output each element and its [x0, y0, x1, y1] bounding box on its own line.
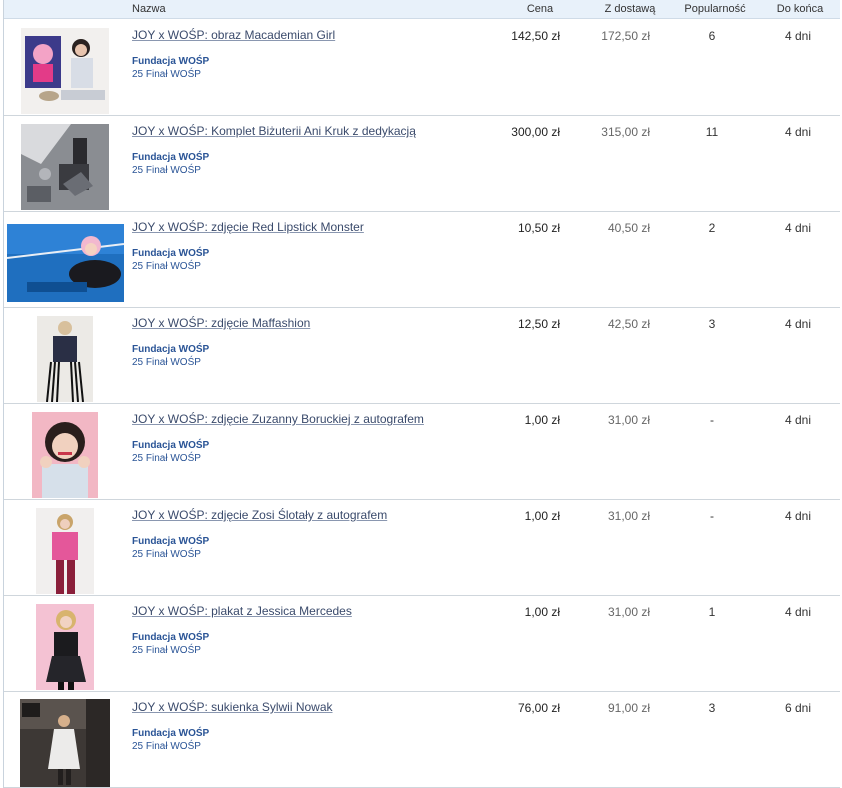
table-row: JOY x WOŚP: zdjęcie Zuzanny Boruckiej z …	[4, 404, 840, 500]
item-price: 300,00 zł	[511, 125, 560, 139]
item-thumbnail[interactable]	[7, 224, 124, 302]
item-thumbnail[interactable]	[37, 316, 93, 402]
table-row: JOY x WOŚP: obraz Macademian Girl Fundac…	[4, 20, 840, 116]
item-thumbnail[interactable]	[21, 28, 109, 114]
item-price: 10,50 zł	[517, 221, 560, 235]
item-price-with-shipping: 91,00 zł	[607, 701, 650, 715]
column-header-shipping[interactable]: Z dostawą	[600, 3, 660, 15]
item-time-left: 4 dni	[784, 413, 812, 427]
item-subtitle: 25 Finał WOŚP	[132, 741, 201, 752]
item-subtitle: 25 Finał WOŚP	[132, 261, 201, 272]
seller-link[interactable]: Fundacja WOŚP	[132, 632, 209, 643]
seller-link[interactable]: Fundacja WOŚP	[132, 56, 209, 67]
item-price: 12,50 zł	[517, 317, 560, 331]
item-title-link[interactable]: JOY x WOŚP: zdjęcie Zosi Ślotały z autog…	[132, 508, 387, 522]
item-title-link[interactable]: JOY x WOŚP: zdjęcie Red Lipstick Monster	[132, 220, 364, 234]
seller-link[interactable]: Fundacja WOŚP	[132, 152, 209, 163]
item-title-link[interactable]: JOY x WOŚP: zdjęcie Zuzanny Boruckiej z …	[132, 412, 424, 426]
column-header-popularity[interactable]: Popularność	[680, 3, 750, 15]
item-subtitle: 25 Finał WOŚP	[132, 645, 201, 656]
item-time-left: 4 dni	[784, 509, 812, 523]
table-row: JOY x WOŚP: sukienka Sylwii Nowak Fundac…	[4, 692, 840, 788]
item-time-left: 4 dni	[784, 125, 812, 139]
table-row: JOY x WOŚP: zdjęcie Zosi Ślotały z autog…	[4, 500, 840, 596]
table-row: JOY x WOŚP: Komplet Biżuterii Ani Kruk z…	[4, 116, 840, 212]
item-price-with-shipping: 315,00 zł	[601, 125, 650, 139]
item-thumbnail[interactable]	[36, 604, 94, 690]
item-price-with-shipping: 31,00 zł	[607, 605, 650, 619]
item-thumbnail[interactable]	[36, 508, 94, 594]
item-popularity: 6	[708, 29, 716, 43]
item-price-with-shipping: 40,50 zł	[607, 221, 650, 235]
item-price-with-shipping: 42,50 zł	[607, 317, 650, 331]
seller-link[interactable]: Fundacja WOŚP	[132, 248, 209, 259]
item-subtitle: 25 Finał WOŚP	[132, 453, 201, 464]
item-subtitle: 25 Finał WOŚP	[132, 69, 201, 80]
item-price: 1,00 zł	[524, 509, 560, 523]
item-popularity: 3	[708, 317, 716, 331]
item-popularity: 1	[708, 605, 716, 619]
item-popularity: 11	[705, 125, 719, 139]
item-popularity: 3	[708, 701, 716, 715]
item-time-left: 4 dni	[784, 605, 812, 619]
item-popularity: 2	[708, 221, 716, 235]
item-thumbnail[interactable]	[21, 124, 109, 210]
item-subtitle: 25 Finał WOŚP	[132, 549, 201, 560]
item-title-link[interactable]: JOY x WOŚP: obraz Macademian Girl	[132, 28, 335, 42]
item-price: 142,50 zł	[511, 29, 560, 43]
item-time-left: 4 dni	[784, 29, 812, 43]
table-row: JOY x WOŚP: zdjęcie Red Lipstick Monster…	[4, 212, 840, 308]
seller-link[interactable]: Fundacja WOŚP	[132, 440, 209, 451]
item-price: 1,00 zł	[524, 413, 560, 427]
item-price: 76,00 zł	[517, 701, 560, 715]
item-time-left: 4 dni	[784, 221, 812, 235]
table-header: Nazwa Cena Z dostawą Popularność Do końc…	[4, 0, 840, 19]
item-price-with-shipping: 31,00 zł	[607, 413, 650, 427]
item-title-link[interactable]: JOY x WOŚP: sukienka Sylwii Nowak	[132, 700, 333, 714]
item-title-link[interactable]: JOY x WOŚP: plakat z Jessica Mercedes	[132, 604, 352, 618]
item-title-link[interactable]: JOY x WOŚP: Komplet Biżuterii Ani Kruk z…	[132, 124, 416, 138]
item-popularity: -	[710, 413, 714, 427]
item-price-with-shipping: 31,00 zł	[607, 509, 650, 523]
column-header-ends[interactable]: Do końca	[770, 3, 830, 15]
seller-link[interactable]: Fundacja WOŚP	[132, 536, 209, 547]
item-thumbnail[interactable]	[32, 412, 98, 498]
item-time-left: 4 dni	[784, 317, 812, 331]
table-row: JOY x WOŚP: plakat z Jessica Mercedes Fu…	[4, 596, 840, 692]
column-header-name[interactable]: Nazwa	[132, 3, 166, 15]
item-price: 1,00 zł	[524, 605, 560, 619]
item-time-left: 6 dni	[784, 701, 812, 715]
item-subtitle: 25 Finał WOŚP	[132, 165, 201, 176]
seller-link[interactable]: Fundacja WOŚP	[132, 728, 209, 739]
column-header-price[interactable]: Cena	[520, 3, 560, 15]
table-row: JOY x WOŚP: zdjęcie Maffashion Fundacja …	[4, 308, 840, 404]
item-thumbnail[interactable]	[20, 699, 110, 787]
item-subtitle: 25 Finał WOŚP	[132, 357, 201, 368]
item-popularity: -	[710, 509, 714, 523]
item-title-link[interactable]: JOY x WOŚP: zdjęcie Maffashion	[132, 316, 310, 330]
item-price-with-shipping: 172,50 zł	[601, 29, 650, 43]
seller-link[interactable]: Fundacja WOŚP	[132, 344, 209, 355]
